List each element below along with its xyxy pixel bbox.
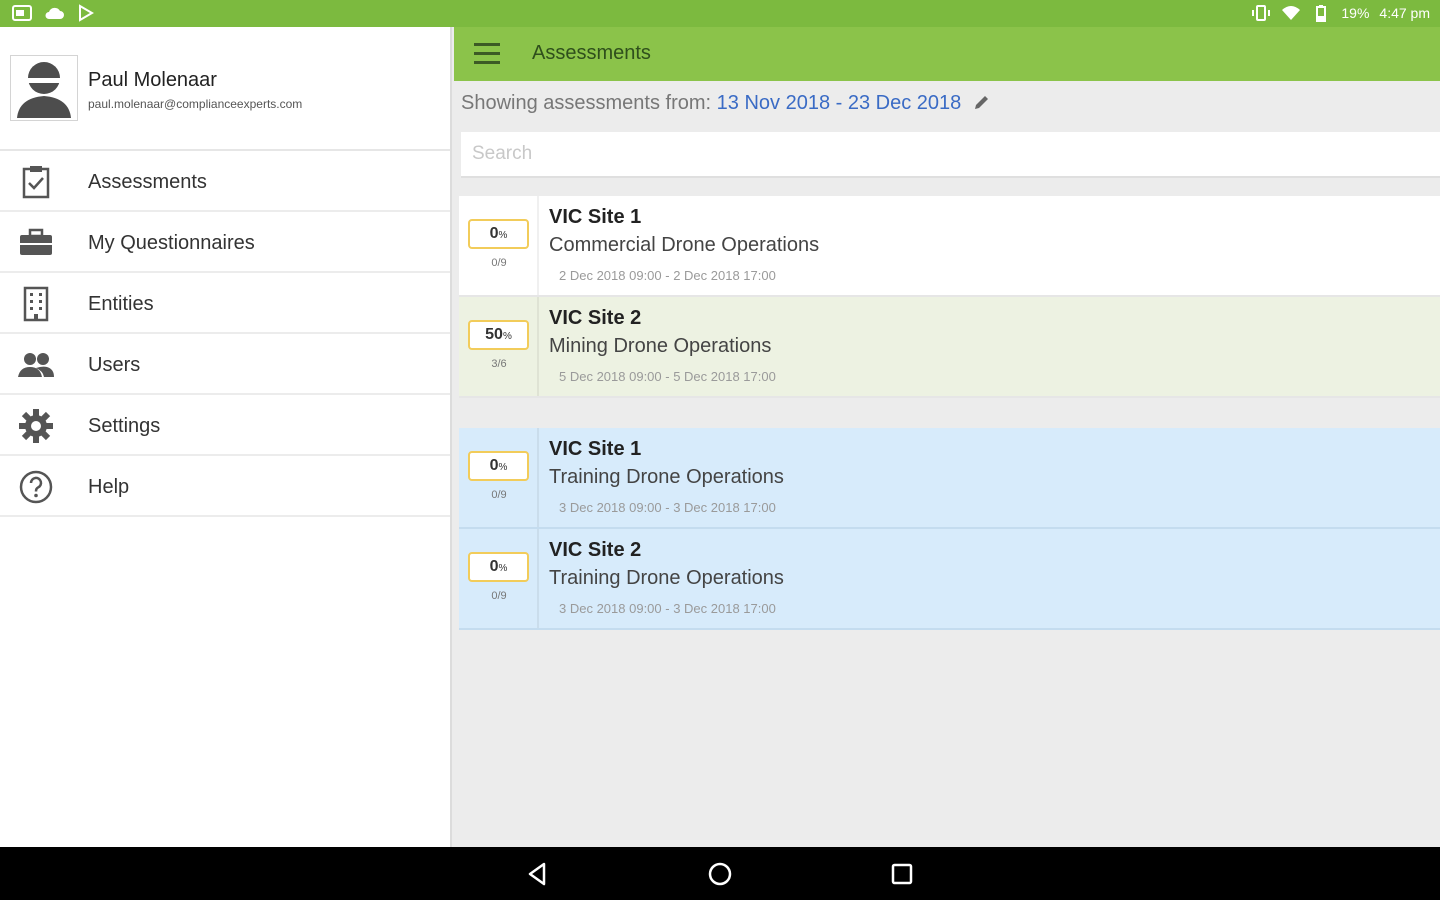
assessment-site: VIC Site 1 [549, 206, 642, 228]
pencil-icon[interactable] [973, 93, 991, 111]
cloud-icon [45, 7, 64, 19]
assessment-dates: 5 Dec 2018 09:00 - 5 Dec 2018 17:00 [559, 369, 776, 384]
clipboard-check-icon [22, 166, 50, 199]
user-avatar-icon [17, 62, 71, 118]
search-input[interactable] [461, 132, 1440, 178]
navigation-drawer: Paul Molenaar paul.molenaar@complianceex… [0, 27, 452, 847]
assessment-operation: Training Drone Operations [549, 466, 784, 488]
progress-column: 0% 0/9 [459, 428, 539, 527]
assessment-site: VIC Site 2 [549, 539, 642, 561]
drawer-item-label: Settings [88, 415, 161, 437]
status-bar: 19% 4:47 pm [0, 0, 1440, 27]
progress-ratio: 0/9 [491, 590, 507, 602]
drawer-item-label: My Questionnaires [88, 232, 255, 254]
drawer-item-label: Assessments [88, 171, 207, 193]
assessment-card[interactable]: 50% 3/6 VIC Site 2 Mining Drone Operatio… [459, 297, 1440, 398]
recents-icon[interactable] [888, 860, 916, 888]
progress-percent: 0 [489, 457, 499, 474]
progress-percent: 0 [489, 225, 499, 242]
drawer-item-users[interactable]: Users [0, 334, 450, 395]
progress-ratio: 0/9 [491, 489, 507, 501]
help-icon [19, 470, 53, 504]
user-name: Paul Molenaar [88, 69, 217, 91]
gear-icon [19, 409, 53, 443]
drawer-item-my-questionnaires[interactable]: My Questionnaires [0, 212, 450, 273]
assessment-card[interactable]: 0% 0/9 VIC Site 2 Training Drone Operati… [459, 529, 1440, 630]
progress-ratio: 0/9 [491, 257, 507, 269]
date-filter: Showing assessments from: 13 Nov 2018 - … [461, 92, 991, 115]
drawer-item-settings[interactable]: Settings [0, 395, 450, 456]
assessment-dates: 3 Dec 2018 09:00 - 3 Dec 2018 17:00 [559, 601, 776, 616]
menu-icon[interactable] [474, 43, 500, 65]
assessment-card[interactable]: 0% 0/9 VIC Site 1 Commercial Drone Opera… [459, 196, 1440, 297]
progress-column: 0% 0/9 [459, 529, 539, 628]
app-toolbar: Assessments [454, 27, 1440, 81]
play-store-icon [79, 4, 94, 22]
drawer-item-label: Help [88, 476, 130, 498]
progress-percent-badge: 0% [468, 552, 529, 582]
progress-percent: 0 [489, 558, 499, 575]
status-bar-system: 19% 4:47 pm [1251, 4, 1430, 22]
user-email: paul.molenaar@complianceexperts.com [88, 97, 303, 111]
percent-sign: % [498, 563, 508, 574]
assessment-operation: Mining Drone Operations [549, 335, 772, 357]
drawer-item-help[interactable]: Help [0, 456, 450, 517]
assessment-site: VIC Site 2 [549, 307, 642, 329]
building-icon [23, 286, 49, 322]
back-icon[interactable] [524, 860, 552, 888]
percent-sign: % [498, 230, 508, 241]
assessment-operation: Training Drone Operations [549, 567, 784, 589]
progress-column: 0% 0/9 [459, 196, 539, 295]
percent-sign: % [502, 331, 512, 342]
progress-ratio: 3/6 [491, 358, 507, 370]
assessment-list: 0% 0/9 VIC Site 1 Commercial Drone Opera… [459, 196, 1440, 630]
status-bar-notifications [12, 4, 96, 22]
drawer-item-entities[interactable]: Entities [0, 273, 450, 334]
progress-column: 50% 3/6 [459, 297, 539, 396]
assessment-site: VIC Site 1 [549, 438, 642, 460]
status-time: 4:47 pm [1379, 5, 1430, 21]
assessment-card[interactable]: 0% 0/9 VIC Site 1 Training Drone Operati… [459, 428, 1440, 529]
users-icon [18, 353, 54, 377]
gallery-icon [12, 5, 32, 21]
progress-percent-badge: 0% [468, 219, 529, 249]
progress-percent-badge: 50% [468, 320, 529, 350]
drawer-item-label: Entities [88, 293, 154, 315]
vibrate-icon [1252, 5, 1271, 21]
home-icon[interactable] [706, 860, 734, 888]
assessment-operation: Commercial Drone Operations [549, 234, 820, 256]
date-range-link[interactable]: 13 Nov 2018 - 23 Dec 2018 [717, 92, 962, 114]
battery-level: 19% [1341, 5, 1370, 21]
assessment-dates: 3 Dec 2018 09:00 - 3 Dec 2018 17:00 [559, 500, 776, 515]
list-section-gap [459, 398, 1440, 428]
drawer-item-label: Users [88, 354, 141, 376]
briefcase-icon [20, 228, 52, 255]
wifi-icon [1282, 6, 1301, 20]
assessment-dates: 2 Dec 2018 09:00 - 2 Dec 2018 17:00 [559, 268, 776, 283]
battery-icon [1316, 5, 1327, 22]
avatar [10, 55, 78, 121]
page-title: Assessments [532, 42, 651, 64]
drawer-item-assessments[interactable]: Assessments [0, 151, 450, 212]
progress-percent: 50 [485, 326, 503, 343]
percent-sign: % [498, 462, 508, 473]
profile-header: Paul Molenaar paul.molenaar@complianceex… [0, 27, 450, 151]
date-filter-prefix: Showing assessments from: [461, 92, 712, 114]
system-nav-bar [0, 847, 1440, 900]
progress-percent-badge: 0% [468, 451, 529, 481]
